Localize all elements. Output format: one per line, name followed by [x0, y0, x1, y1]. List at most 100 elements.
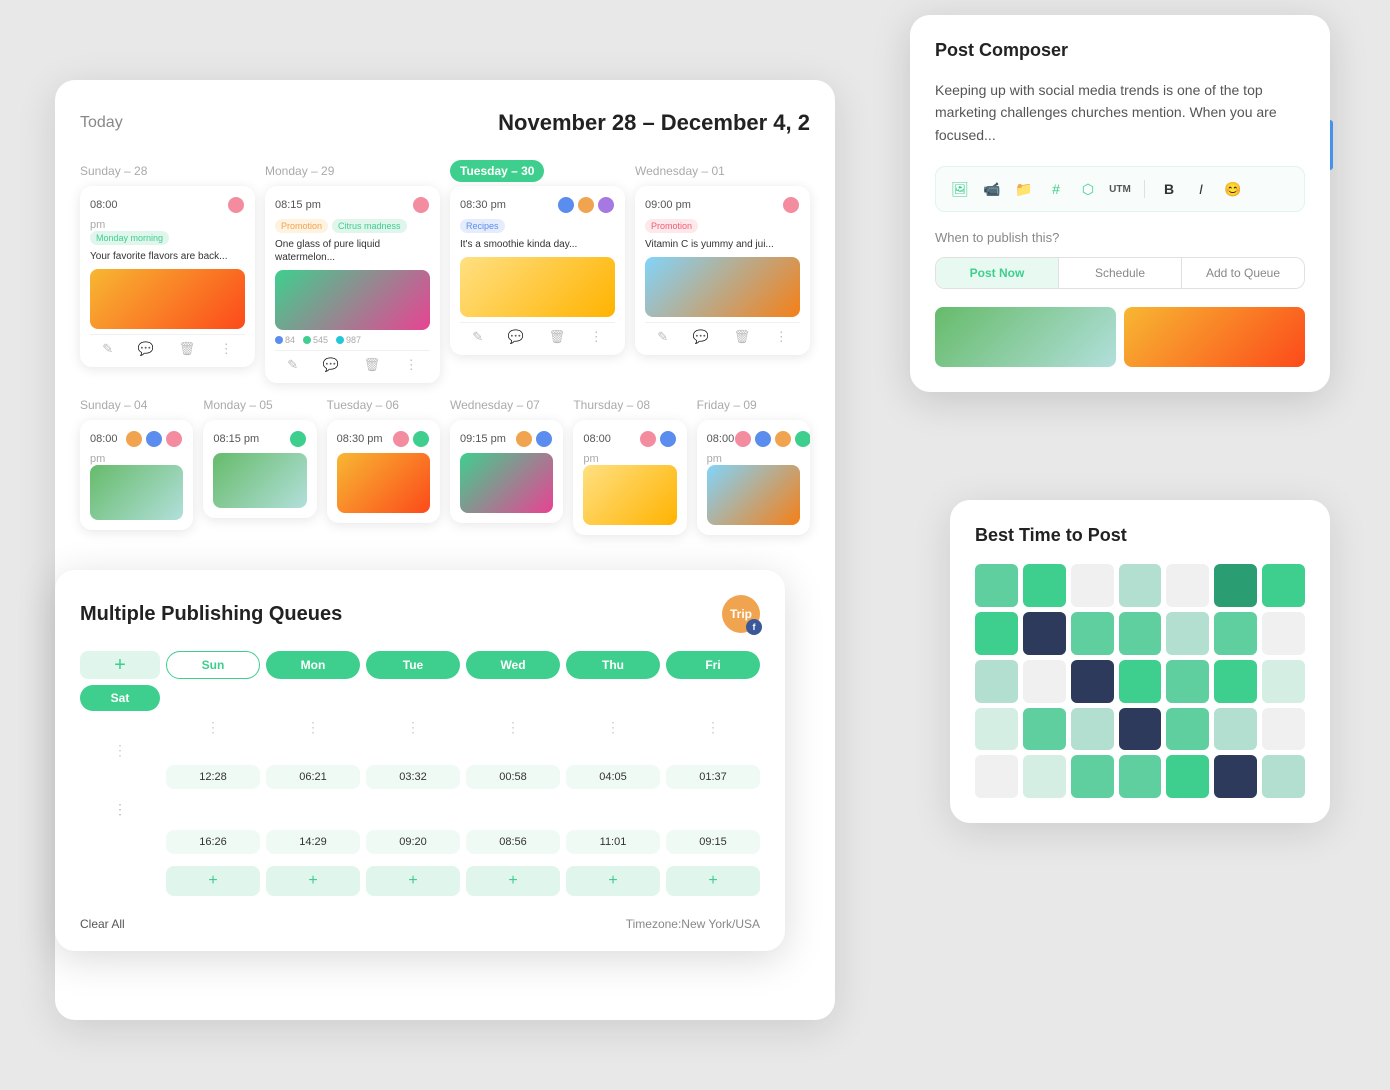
utm-icon[interactable]: UTM [1108, 177, 1132, 201]
post-image-citrus [645, 257, 800, 317]
edit-icon[interactable]: ✎ [102, 341, 113, 357]
folder-icon[interactable]: 📁 [1012, 177, 1036, 201]
today-label[interactable]: Today [80, 114, 123, 132]
more-icon[interactable]: ⋮ [220, 341, 233, 357]
comment-icon[interactable]: 💬 [323, 357, 339, 373]
best-time-title: Best Time to Post [975, 525, 1305, 546]
logo-text: Trip [730, 607, 752, 621]
post-card-sun04[interactable]: 08:00 pm [80, 420, 193, 530]
pm-label: pm [90, 453, 183, 465]
tag-citrus: Citrus madness [332, 219, 407, 233]
add-time-sat[interactable]: + [666, 866, 760, 896]
link-icon[interactable]: ⬡ [1076, 177, 1100, 201]
video-icon[interactable]: 📹 [980, 177, 1004, 201]
schedule-option[interactable]: Schedule [1058, 258, 1181, 288]
heatmap-cell [1071, 612, 1114, 655]
delete-icon[interactable]: 🗑 [179, 341, 196, 357]
more-icon[interactable]: ⋮ [590, 329, 603, 345]
emoji-icon[interactable]: 😊 [1221, 177, 1245, 201]
time-slot[interactable]: 09:15 [666, 830, 760, 854]
comment-icon[interactable]: 💬 [508, 329, 524, 345]
calendar-header: Today November 28 – December 4, 2 [80, 110, 810, 136]
post-image [213, 453, 306, 508]
delete-icon[interactable]: 🗑 [549, 329, 566, 345]
post-actions: ✎ 💬 🗑 ⋮ [90, 334, 245, 357]
time-slot[interactable]: 00:58 [466, 765, 560, 789]
add-time-mon[interactable]: + [166, 866, 260, 896]
clear-all-button[interactable]: Clear All [80, 917, 125, 931]
italic-icon[interactable]: I [1189, 177, 1213, 201]
day-btn-fri[interactable]: Fri [666, 651, 760, 679]
add-to-queue-option[interactable]: Add to Queue [1181, 258, 1304, 288]
dot: ⋮ [80, 742, 160, 759]
time-slot[interactable]: 14:29 [266, 830, 360, 854]
tag-promotion: Promotion [275, 219, 328, 233]
post-card-mon29[interactable]: 08:15 pm Promotion Citrus madness One gl… [265, 186, 440, 383]
post-card-mon05[interactable]: 08:15 pm [203, 420, 316, 518]
composer-text[interactable]: Keeping up with social media trends is o… [935, 79, 1305, 146]
post-time-sun28: 08:00 [90, 196, 245, 214]
day-btn-thu[interactable]: Thu [566, 651, 660, 679]
comment-icon[interactable]: 💬 [138, 341, 154, 357]
heatmap-cell [1119, 564, 1162, 607]
bold-icon[interactable]: B [1157, 177, 1181, 201]
dot: ⋮ [366, 719, 460, 736]
publish-options: Post Now Schedule Add to Queue [935, 257, 1305, 289]
more-icon[interactable]: ⋮ [775, 329, 788, 345]
add-time-tue[interactable]: + [266, 866, 360, 896]
edit-icon[interactable]: ✎ [472, 329, 483, 345]
post-now-option[interactable]: Post Now [936, 258, 1058, 288]
avatar [515, 430, 533, 448]
time-slot[interactable]: 04:05 [566, 765, 660, 789]
time-slot[interactable]: 08:56 [466, 830, 560, 854]
heatmap-cell [1023, 564, 1066, 607]
hash-icon[interactable]: # [1044, 177, 1068, 201]
post-card-tue30[interactable]: 08:30 pm Recipes It's a smoothie kinda d… [450, 186, 625, 355]
more-icon[interactable]: ⋮ [405, 357, 418, 373]
add-time-fri[interactable]: + [566, 866, 660, 896]
tag-monday-morning: Monday morning [90, 231, 169, 245]
post-time-tue30: 08:30 pm [460, 196, 615, 214]
day-btn-sat[interactable]: Sat [80, 685, 160, 711]
day-btn-tue[interactable]: Tue [366, 651, 460, 679]
plus-button[interactable]: + [80, 651, 160, 679]
delete-icon[interactable]: 🗑 [734, 329, 751, 345]
day-col-mon05: Monday – 05 08:15 pm [203, 398, 316, 535]
day-btn-wed[interactable]: Wed [466, 651, 560, 679]
avatar [392, 430, 410, 448]
post-card-sun28[interactable]: 08:00 pm Monday morning Your favorite fl… [80, 186, 255, 367]
day-btn-mon[interactable]: Mon [266, 651, 360, 679]
day-btn-sun[interactable]: Sun [166, 651, 260, 679]
time-slot[interactable]: 01:37 [666, 765, 760, 789]
time-slot[interactable]: 16:26 [166, 830, 260, 854]
edit-icon[interactable]: ✎ [287, 357, 298, 373]
post-card-wed01[interactable]: 09:00 pm Promotion Vitamin C is yummy an… [635, 186, 810, 355]
time-slot[interactable]: 11:01 [566, 830, 660, 854]
post-card-thu08[interactable]: 08:00 pm [573, 420, 686, 535]
timezone-label: Timezone:New York/USA [626, 917, 760, 931]
post-card-tue06[interactable]: 08:30 pm [327, 420, 440, 523]
edit-icon[interactable]: ✎ [657, 329, 668, 345]
day-label-fri09: Friday – 09 [697, 398, 810, 412]
add-time-wed[interactable]: + [366, 866, 460, 896]
heatmap-cell [975, 755, 1018, 798]
time-slot[interactable]: 09:20 [366, 830, 460, 854]
post-card-fri09[interactable]: 08:00 pm [697, 420, 810, 535]
time-slot[interactable]: 12:28 [166, 765, 260, 789]
toolbar-separator [1144, 180, 1145, 198]
day-col-tue06: Tuesday – 06 08:30 pm [327, 398, 440, 535]
delete-icon[interactable]: 🗑 [364, 357, 381, 373]
post-image [337, 453, 430, 513]
comment-icon[interactable]: 💬 [693, 329, 709, 345]
time-slot[interactable]: 03:32 [366, 765, 460, 789]
avatar [412, 196, 430, 214]
add-time-thu[interactable]: + [466, 866, 560, 896]
avatar [639, 430, 657, 448]
image-icon[interactable]: 🖼 [948, 177, 972, 201]
week2-row: Sunday – 04 08:00 pm Monday – 05 [80, 398, 810, 535]
time-slot[interactable]: 06:21 [266, 765, 360, 789]
post-time: 08:00 [583, 430, 676, 448]
more-options[interactable]: ⋮ [80, 795, 160, 824]
dot: ⋮ [466, 719, 560, 736]
post-card-wed07[interactable]: 09:15 pm [450, 420, 563, 523]
